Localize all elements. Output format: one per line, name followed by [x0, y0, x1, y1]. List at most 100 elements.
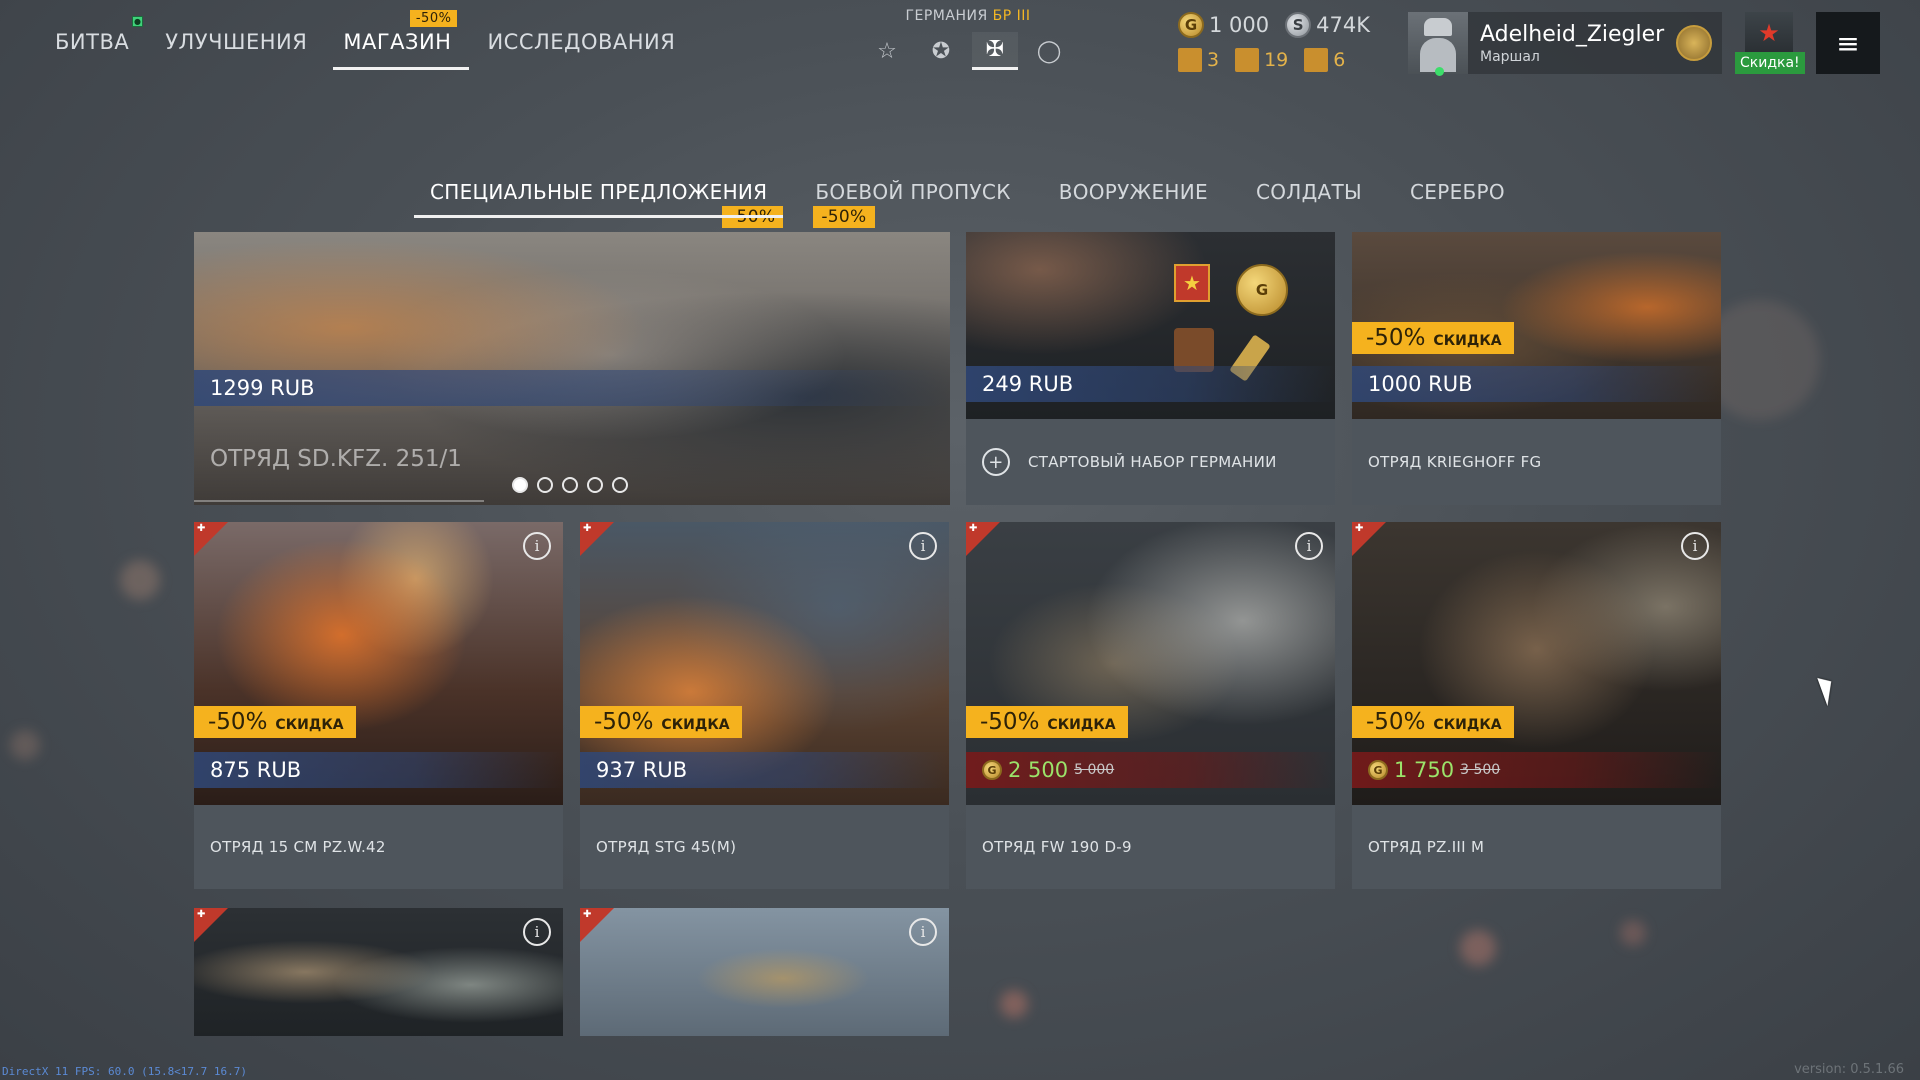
player-name: Adelheid_Ziegler — [1480, 21, 1665, 47]
offer-card[interactable]: -50% СКИДКА 1000 RUB ОТРЯД KRIEGHOFF FG — [1352, 232, 1721, 505]
shop-discount-tag: -50% — [409, 10, 458, 27]
offer-old-price: 3 500 — [1460, 762, 1501, 778]
offer-price-value: 1 750 — [1394, 758, 1455, 782]
player-profile[interactable]: Adelheid_Ziegler Маршал — [1408, 12, 1722, 76]
silver-amount: 474K — [1316, 13, 1370, 37]
info-icon[interactable]: i — [1295, 532, 1323, 560]
tab-weapons[interactable]: ВООРУЖЕНИЕ — [1059, 180, 1208, 214]
german-flag-icon — [194, 522, 228, 556]
weapon-order-amount: 3 — [1207, 49, 1220, 71]
discount-value: -50% — [980, 709, 1040, 735]
featured-title: ОТРЯД SD.KFZ. 251/1 — [210, 446, 462, 472]
tab-special-offers-label: СПЕЦИАЛЬНЫЕ ПРЕДЛОЖЕНИЯ — [430, 180, 768, 204]
info-icon[interactable]: i — [523, 532, 551, 560]
info-icon[interactable]: i — [909, 532, 937, 560]
offer-price: 1000 RUB — [1352, 366, 1721, 402]
hamburger-menu-icon[interactable]: ≡ — [1816, 12, 1880, 74]
offer-caption: ОТРЯД FW 190 D-9 — [966, 805, 1335, 889]
tab-silver[interactable]: СЕРЕБРО — [1410, 180, 1505, 214]
gold-balance[interactable]: G 1 000 — [1178, 12, 1269, 38]
tab-soldiers[interactable]: СОЛДАТЫ — [1256, 180, 1362, 214]
gold-coin-icon: G — [982, 760, 1002, 780]
discount-value: -50% — [594, 709, 654, 735]
offer-caption: ОТРЯД STG 45(M) — [580, 805, 949, 889]
carousel-dot[interactable] — [612, 477, 628, 493]
discount-label: СКИДКА — [661, 717, 730, 733]
offer-card[interactable]: ★ G 249 RUB + СТАРТОВЫЙ НАБОР ГЕРМАНИИ — [966, 232, 1335, 505]
avatar — [1408, 12, 1468, 76]
discount-value: -50% — [208, 709, 268, 735]
weapon-order-count[interactable]: 3 — [1178, 48, 1219, 72]
notification-icon: ● — [132, 16, 144, 27]
featured-progress — [194, 500, 484, 502]
circle-icon[interactable]: ◯ — [1026, 32, 1072, 70]
info-icon[interactable]: i — [523, 918, 551, 946]
german-flag-icon — [194, 908, 228, 942]
tank-icon — [1304, 48, 1329, 72]
offer-card[interactable]: i -50% СКИДКА G 1 750 3 500 ОТРЯД PZ.III… — [1352, 522, 1721, 889]
discount-label: СКИДКА — [275, 717, 344, 733]
discount-badge: -50% СКИДКА — [194, 706, 356, 738]
tab-weapons-label: ВООРУЖЕНИЕ — [1058, 180, 1208, 204]
carousel-dot[interactable] — [562, 477, 578, 493]
offer-image — [194, 908, 563, 1036]
star-outline-icon[interactable]: ☆ — [864, 32, 910, 70]
offer-price: G 2 500 5 000 — [966, 752, 1335, 788]
silver-balance[interactable]: S 474K — [1285, 12, 1370, 38]
red-star-icon: ★ — [1745, 12, 1793, 54]
nav-research[interactable]: ИССЛЕДОВАНИЯ — [487, 30, 685, 70]
star-circle-icon[interactable]: ✪ — [918, 32, 964, 70]
rank-star-icon: ★ — [1174, 264, 1210, 302]
mouse-cursor-icon — [1817, 673, 1839, 707]
offer-card[interactable]: i -50% СКИДКА 875 RUB ОТРЯД 15 CM PZ.W.4… — [194, 522, 563, 889]
offer-caption: ОТРЯД KRIEGHOFF FG — [1352, 419, 1721, 505]
gold-amount: 1 000 — [1209, 13, 1270, 37]
balkenkreuz-icon[interactable]: ✠ — [972, 32, 1018, 70]
nav-upgrades[interactable]: УЛУЧШЕНИЯ — [165, 30, 317, 70]
vehicle-order-count[interactable]: 6 — [1304, 48, 1345, 72]
info-icon[interactable]: i — [1681, 532, 1709, 560]
offer-card[interactable]: i -50% СКИДКА 937 RUB ОТРЯД STG 45(M) — [580, 522, 949, 889]
nav-battle-label: БИТВА — [55, 30, 130, 54]
featured-offer-card[interactable]: 1299 RUB ОТРЯД SD.KFZ. 251/1 — [194, 232, 950, 505]
tab-battle-pass[interactable]: БОЕВОЙ ПРОПУСК -50% — [813, 180, 1010, 228]
info-icon[interactable]: i — [909, 918, 937, 946]
discount-badge: -50% СКИДКА — [1352, 322, 1514, 354]
offer-price: 875 RUB — [194, 752, 563, 788]
tab-soldiers-label: СОЛДАТЫ — [1255, 180, 1363, 204]
carousel-dot[interactable] — [537, 477, 553, 493]
offer-card[interactable]: i -50% СКИДКА G 2 500 5 000 ОТРЯД FW 190… — [966, 522, 1335, 889]
offer-caption: ОТРЯД PZ.III M — [1352, 805, 1721, 889]
fps-counter: DirectX 11 FPS: 60.0 (15.8<17.7 16.7) — [2, 1065, 248, 1078]
nav-shop[interactable]: МАГАЗИН -50% — [333, 10, 470, 70]
offer-caption: + СТАРТОВЫЙ НАБОР ГЕРМАНИИ — [966, 419, 1335, 505]
offer-card[interactable]: i — [580, 908, 949, 1036]
nation-country: ГЕРМАНИЯ — [905, 8, 988, 24]
tab-special-offers[interactable]: СПЕЦИАЛЬНЫЕ ПРЕДЛОЖЕНИЯ -50% — [413, 180, 784, 228]
carousel-dot[interactable] — [587, 477, 603, 493]
discount-label: СКИДКА — [1433, 717, 1502, 733]
main-nav: БИТВА ● УЛУЧШЕНИЯ МАГАЗИН -50% ИССЛЕДОВА… — [55, 10, 711, 70]
nav-battle[interactable]: БИТВА ● — [55, 16, 144, 70]
carousel-dot[interactable] — [512, 477, 528, 493]
soldier-order-count[interactable]: 19 — [1235, 48, 1288, 72]
gold-coin-icon: G — [1368, 760, 1388, 780]
promo-label: Скидка! — [1735, 52, 1805, 74]
version-label: version: 0.5.1.66 — [1794, 1062, 1904, 1077]
offer-image — [580, 908, 949, 1036]
tab-battle-pass-badge: -50% — [813, 206, 875, 228]
gold-coin-icon: G — [1178, 12, 1204, 38]
battle-rating: БР III — [992, 8, 1031, 24]
rank-medal-icon — [1676, 25, 1712, 61]
offer-card[interactable]: i — [194, 908, 563, 1036]
offer-caption-text: СТАРТОВЫЙ НАБОР ГЕРМАНИИ — [1028, 453, 1277, 471]
nation-selector: ГЕРМАНИЯ БР III ☆ ✪ ✠ ◯ — [858, 8, 1078, 70]
shop-tabs: СПЕЦИАЛЬНЫЕ ПРЕДЛОЖЕНИЯ -50% БОЕВОЙ ПРОП… — [413, 180, 1553, 228]
tab-silver-label: СЕРЕБРО — [1410, 180, 1505, 204]
discount-badge: -50% СКИДКА — [1352, 706, 1514, 738]
promo-offer-button[interactable]: ★ Скидка! — [1735, 12, 1805, 74]
german-flag-icon — [1352, 522, 1386, 556]
soldier-order-amount: 19 — [1264, 49, 1289, 71]
nav-shop-label: МАГАЗИН — [343, 30, 452, 54]
offer-price: 249 RUB — [966, 366, 1335, 402]
